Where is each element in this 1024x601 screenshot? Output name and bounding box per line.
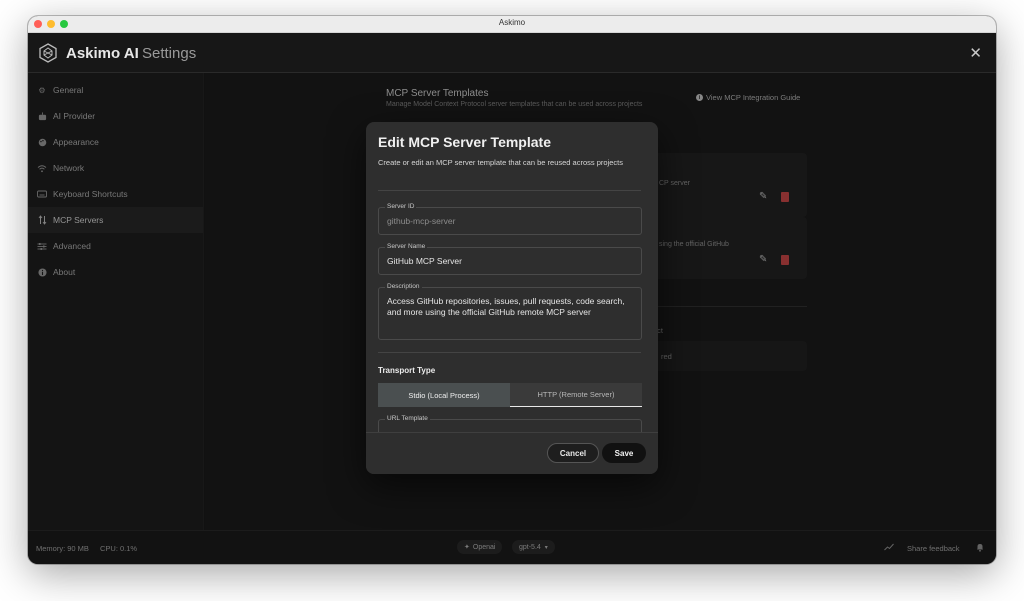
window-title: Askimo	[498, 18, 526, 27]
divider	[378, 190, 641, 191]
server-name-value: GitHub MCP Server	[387, 256, 462, 266]
save-button[interactable]: Save	[602, 443, 646, 463]
description-label: Description	[385, 283, 422, 290]
close-settings-icon[interactable]: ✕	[969, 44, 982, 62]
server-id-label: Server ID	[385, 203, 417, 210]
dialog-subtitle: Create or edit an MCP server template th…	[378, 158, 623, 167]
description-field[interactable]: Description Access GitHub repositories, …	[378, 283, 642, 340]
dialog-footer: Cancel Save	[366, 432, 658, 474]
server-name-field[interactable]: Server Name GitHub MCP Server	[378, 243, 642, 275]
server-name-label: Server Name	[385, 243, 428, 250]
title-bar: Askimo	[28, 16, 996, 33]
transport-type-toggle: Stdio (Local Process) HTTP (Remote Serve…	[378, 383, 642, 407]
dialog-title: Edit MCP Server Template	[378, 134, 551, 150]
app-header: Askimo AI Settings ✕	[28, 33, 996, 73]
askimo-logo-icon	[39, 43, 57, 63]
app-window: Askimo Askimo AI Settings ✕ ⚙ General AI…	[28, 16, 996, 564]
transport-option-stdio[interactable]: Stdio (Local Process)	[378, 383, 510, 407]
description-value: Access GitHub repositories, issues, pull…	[387, 296, 625, 317]
divider	[378, 352, 641, 353]
url-template-label: URL Template	[385, 415, 430, 422]
app-section-title: Settings	[142, 45, 197, 62]
server-id-value: github-mcp-server	[387, 216, 456, 226]
transport-option-http[interactable]: HTTP (Remote Server)	[510, 383, 642, 407]
server-id-field[interactable]: Server ID github-mcp-server	[378, 203, 642, 235]
transport-type-label: Transport Type	[378, 366, 436, 375]
edit-template-dialog: Edit MCP Server Template Create or edit …	[366, 122, 658, 474]
cancel-button[interactable]: Cancel	[547, 443, 599, 463]
app-name: Askimo AI	[66, 45, 139, 62]
